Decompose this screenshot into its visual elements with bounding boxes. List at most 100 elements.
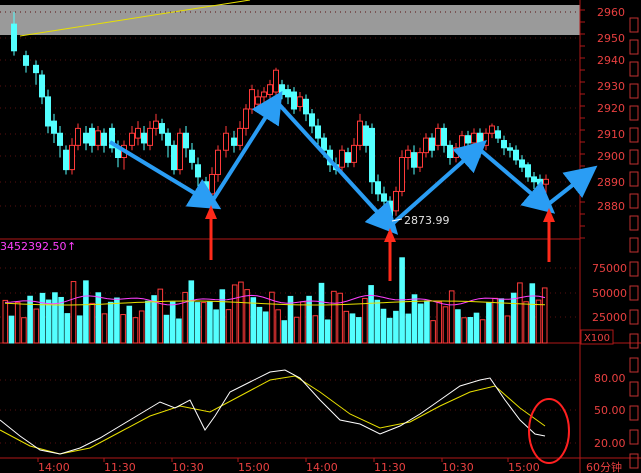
volume-unit-box: X100 xyxy=(580,329,614,345)
volume-bar xyxy=(182,291,188,344)
oscillator-axis: 80.00 50.00 20.00 xyxy=(594,372,626,450)
low-price-label: 2873.99 xyxy=(404,214,450,227)
osc-axis-label: 20.00 xyxy=(594,437,626,450)
volume-bar xyxy=(461,317,467,344)
volume-bar xyxy=(393,310,399,344)
price-axis-label: 2880 xyxy=(597,200,625,213)
price-axis-label: 2900 xyxy=(597,150,625,163)
candle-body xyxy=(423,137,429,154)
volume-bar xyxy=(101,313,108,344)
candle-body xyxy=(75,127,81,146)
candle-body xyxy=(453,147,459,159)
volume-bar xyxy=(225,309,232,344)
volume-bar xyxy=(479,319,486,344)
candle-body xyxy=(141,132,147,144)
volume-bar xyxy=(541,287,548,344)
candle-body xyxy=(195,164,201,178)
volume-bar xyxy=(455,309,461,344)
candle xyxy=(249,84,255,114)
candle-body xyxy=(537,178,543,185)
volume-bar xyxy=(380,308,387,344)
candle-body xyxy=(177,132,183,171)
candle-body xyxy=(489,125,495,134)
candle-body xyxy=(83,132,89,144)
volume-bar xyxy=(448,290,455,344)
volume-bar xyxy=(504,315,511,344)
volume-bar xyxy=(39,292,46,344)
volume-bar xyxy=(176,318,182,344)
candle-body xyxy=(507,147,513,151)
candle-body xyxy=(249,89,255,110)
volume-bar xyxy=(27,295,33,344)
candle-body xyxy=(321,137,327,151)
volume-bar xyxy=(467,317,474,344)
candle-body xyxy=(291,91,297,110)
volume-bar xyxy=(64,313,71,344)
candle xyxy=(393,186,399,216)
candle-body xyxy=(51,120,57,134)
volume-bar xyxy=(8,315,15,344)
candle xyxy=(63,145,69,175)
volume-bar xyxy=(157,288,164,344)
candle-body xyxy=(399,157,405,192)
osc-axis-label: 50.00 xyxy=(594,404,626,417)
candle-body xyxy=(519,159,525,168)
candle-body xyxy=(101,132,107,146)
candle-body xyxy=(525,164,531,178)
volume-bar xyxy=(14,301,21,344)
candle xyxy=(171,140,177,175)
volume-bar xyxy=(355,317,362,344)
candle-body xyxy=(417,152,423,168)
price-axis-label: 2920 xyxy=(597,102,625,115)
candle-body xyxy=(45,96,51,127)
volume-bar xyxy=(194,302,201,344)
volume-bar xyxy=(244,289,250,344)
candle-body xyxy=(441,127,447,146)
candle-body xyxy=(387,200,393,217)
volume-axis-label: 25000 xyxy=(592,311,627,324)
volume-bar xyxy=(510,292,517,344)
candle xyxy=(177,128,183,175)
volume-axis: 75000 50000 25000 xyxy=(592,262,627,324)
price-axis-label: 2910 xyxy=(597,128,625,141)
candle-body xyxy=(543,178,549,185)
candle xyxy=(273,67,279,97)
candle-body xyxy=(435,127,441,146)
candle-body xyxy=(285,89,291,98)
volume-bar xyxy=(169,301,176,344)
candle-body xyxy=(345,152,351,163)
price-axis: 2960 2950 2940 2930 2920 2910 2900 2890 2880 xyxy=(597,6,625,213)
period-label[interactable]: 60分钟 xyxy=(586,460,622,473)
volume-bar xyxy=(83,280,89,344)
volume-readout: 3452392.50 xyxy=(0,240,66,253)
candle-body xyxy=(209,173,215,195)
candle-body xyxy=(69,144,75,171)
candle-body xyxy=(203,181,209,192)
volume-bar xyxy=(486,302,492,344)
volume-bar xyxy=(188,280,195,344)
candle-body xyxy=(63,149,69,171)
volume-bar xyxy=(76,315,83,344)
candle-body xyxy=(215,149,221,175)
candle-body xyxy=(483,132,489,146)
candle-body xyxy=(95,130,101,146)
candle-body xyxy=(171,144,177,171)
volume-bar xyxy=(281,320,288,344)
candle-body xyxy=(223,132,229,151)
volume-bar xyxy=(138,310,145,344)
candle-body xyxy=(33,64,39,74)
time-axis-label: 11:30 xyxy=(374,461,406,473)
candle xyxy=(109,123,115,153)
volume-bar xyxy=(58,296,64,344)
candle-body xyxy=(429,137,435,151)
candle-body xyxy=(165,132,171,146)
volume-bar xyxy=(473,312,480,344)
volume-bar xyxy=(417,303,424,344)
volume-bar xyxy=(207,301,213,344)
candle-body xyxy=(183,132,189,149)
volume-bar xyxy=(213,309,219,344)
volume-bar xyxy=(21,317,27,344)
volume-bar xyxy=(238,281,244,344)
volume-unit-label: X100 xyxy=(584,333,610,344)
candle-body xyxy=(375,181,381,195)
